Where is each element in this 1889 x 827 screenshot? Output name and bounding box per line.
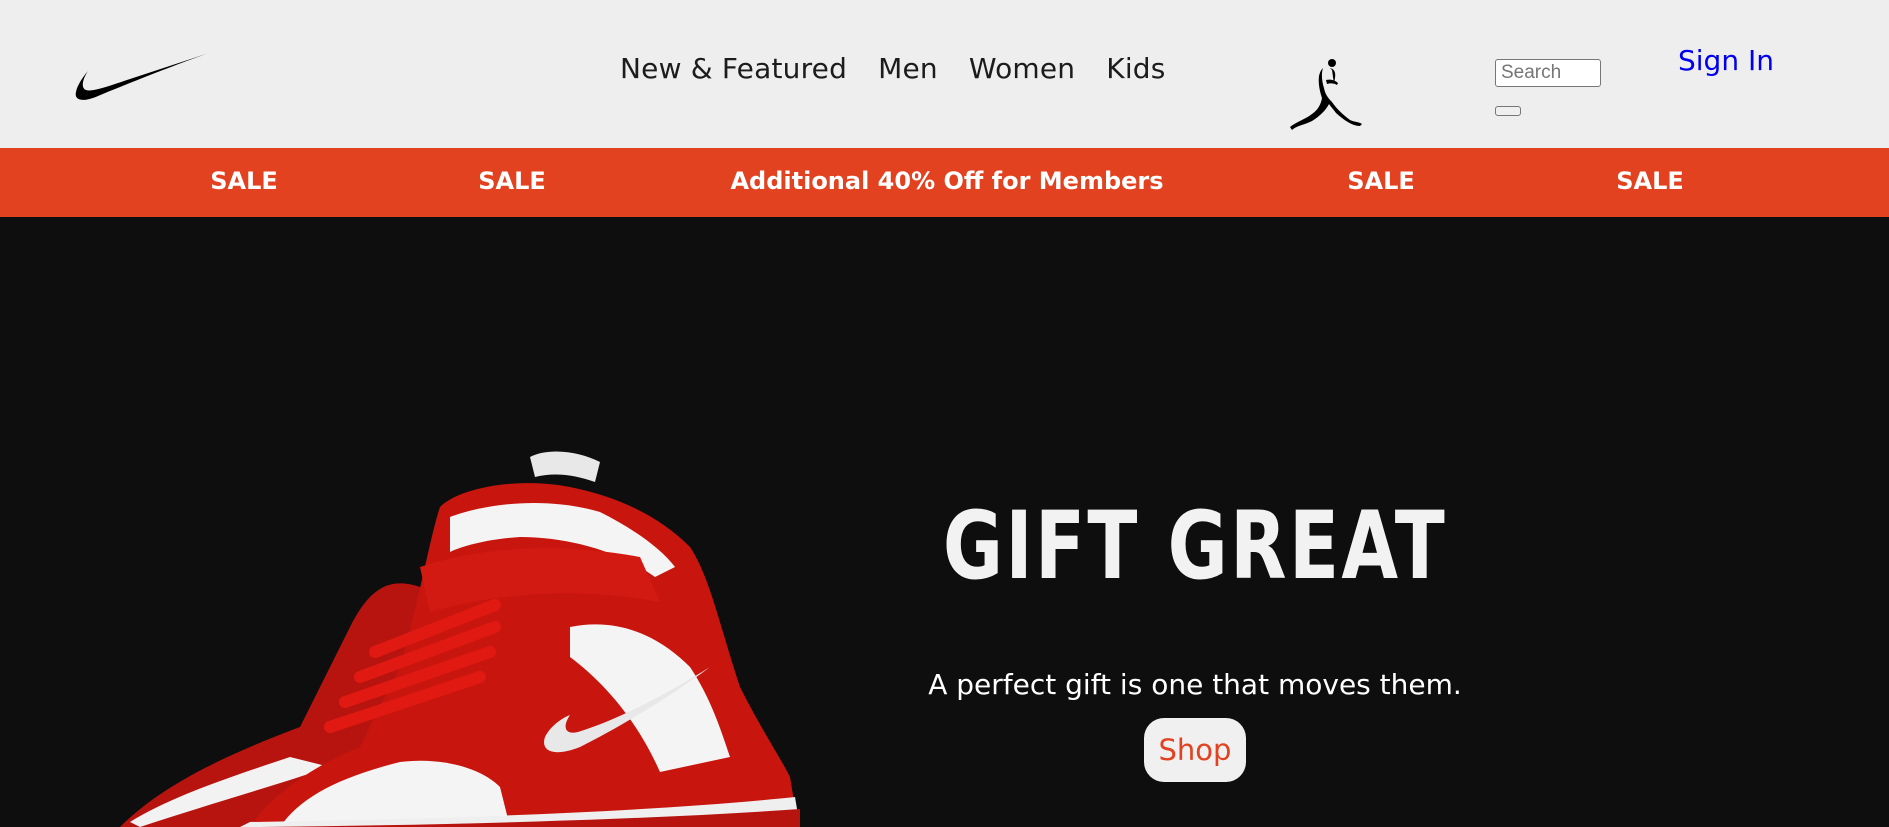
promo-members-offer[interactable]: Additional 40% Off for Members xyxy=(730,167,1163,195)
promo-sale-4[interactable]: SALE xyxy=(1616,167,1684,195)
hero-section: GIFT GREAT A perfect gift is one that mo… xyxy=(0,217,1889,827)
hero-title-text: GIFT GREAT xyxy=(942,492,1448,601)
hero-title: GIFT GREAT xyxy=(872,492,1519,601)
site-header: New & Featured Men Women Kids Sign In xyxy=(0,0,1889,148)
main-nav: New & Featured Men Women Kids xyxy=(620,52,1166,85)
swoosh-logo-icon[interactable] xyxy=(72,48,208,108)
nav-men[interactable]: Men xyxy=(878,52,938,85)
promo-bar: SALE SALE Additional 40% Off for Members… xyxy=(0,148,1889,217)
nav-women[interactable]: Women xyxy=(969,52,1075,85)
search-button[interactable] xyxy=(1495,106,1521,116)
promo-sale-2[interactable]: SALE xyxy=(478,167,546,195)
nav-kids[interactable]: Kids xyxy=(1106,52,1165,85)
red-white-high-top-sneaker-image xyxy=(120,451,800,827)
jumpman-icon[interactable] xyxy=(1290,58,1364,130)
nav-new-featured[interactable]: New & Featured xyxy=(620,52,847,85)
search-input[interactable] xyxy=(1495,59,1601,87)
promo-sale-1[interactable]: SALE xyxy=(210,167,278,195)
shop-button[interactable]: Shop xyxy=(1144,718,1246,782)
hero-subtitle: A perfect gift is one that moves them. xyxy=(928,668,1462,701)
sign-in-link[interactable]: Sign In xyxy=(1678,44,1774,77)
promo-sale-3[interactable]: SALE xyxy=(1347,167,1415,195)
